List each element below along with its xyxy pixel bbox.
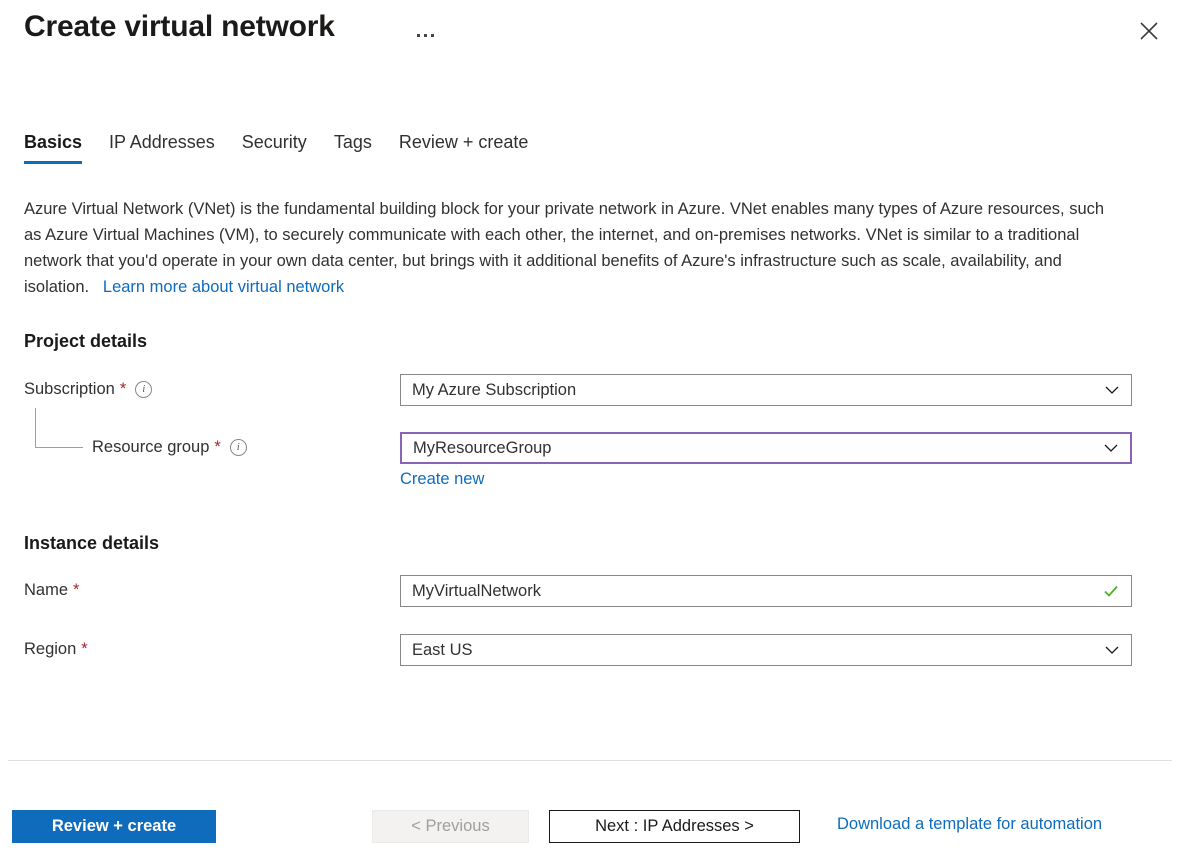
tab-basics[interactable]: Basics	[24, 132, 82, 167]
tab-security[interactable]: Security	[242, 132, 307, 167]
ellipsis-dot	[424, 34, 427, 37]
subscription-value: My Azure Subscription	[412, 381, 1104, 400]
chevron-down-icon	[1104, 642, 1120, 658]
project-details-heading: Project details	[24, 331, 147, 352]
resource-group-label: Resource group * i	[92, 438, 247, 457]
region-value: East US	[412, 641, 1104, 660]
resource-group-dropdown[interactable]: MyResourceGroup	[400, 432, 1132, 464]
resource-group-label-text: Resource group	[92, 438, 209, 457]
more-options-icon[interactable]	[409, 20, 441, 50]
region-label: Region *	[24, 640, 88, 659]
previous-button[interactable]: < Previous	[372, 810, 529, 843]
close-icon[interactable]	[1132, 14, 1166, 48]
tab-review-create[interactable]: Review + create	[399, 132, 529, 167]
tab-bar: Basics IP Addresses Security Tags Review…	[24, 132, 555, 167]
name-input[interactable]: MyVirtualNetwork	[400, 575, 1132, 607]
footer-divider	[8, 760, 1172, 761]
ellipsis-dot	[431, 34, 434, 37]
description-text: Azure Virtual Network (VNet) is the fund…	[24, 196, 1124, 300]
dialog-header: Create virtual network	[0, 0, 1180, 70]
info-icon[interactable]: i	[135, 381, 152, 398]
required-marker: *	[120, 381, 126, 398]
review-create-button[interactable]: Review + create	[12, 810, 216, 843]
chevron-down-icon	[1103, 440, 1119, 456]
subscription-label-text: Subscription	[24, 380, 115, 399]
instance-details-heading: Instance details	[24, 533, 159, 554]
region-label-text: Region	[24, 640, 76, 659]
name-value: MyVirtualNetwork	[412, 582, 1102, 601]
tab-ip-addresses[interactable]: IP Addresses	[109, 132, 215, 167]
learn-more-link[interactable]: Learn more about virtual network	[103, 278, 344, 296]
required-marker: *	[73, 582, 79, 599]
next-button[interactable]: Next : IP Addresses >	[549, 810, 800, 843]
subscription-dropdown[interactable]: My Azure Subscription	[400, 374, 1132, 406]
tree-connector	[35, 408, 83, 448]
download-template-link[interactable]: Download a template for automation	[837, 815, 1102, 834]
name-label-text: Name	[24, 581, 68, 600]
info-icon[interactable]: i	[230, 439, 247, 456]
name-label: Name *	[24, 581, 79, 600]
subscription-label: Subscription * i	[24, 380, 152, 399]
required-marker: *	[81, 641, 87, 658]
chevron-down-icon	[1104, 382, 1120, 398]
page-title: Create virtual network	[24, 10, 335, 44]
checkmark-icon	[1102, 582, 1120, 600]
create-new-resource-group-link[interactable]: Create new	[400, 470, 484, 489]
resource-group-value: MyResourceGroup	[413, 439, 1103, 458]
ellipsis-dot	[417, 34, 420, 37]
region-dropdown[interactable]: East US	[400, 634, 1132, 666]
tab-tags[interactable]: Tags	[334, 132, 372, 167]
required-marker: *	[214, 439, 220, 456]
